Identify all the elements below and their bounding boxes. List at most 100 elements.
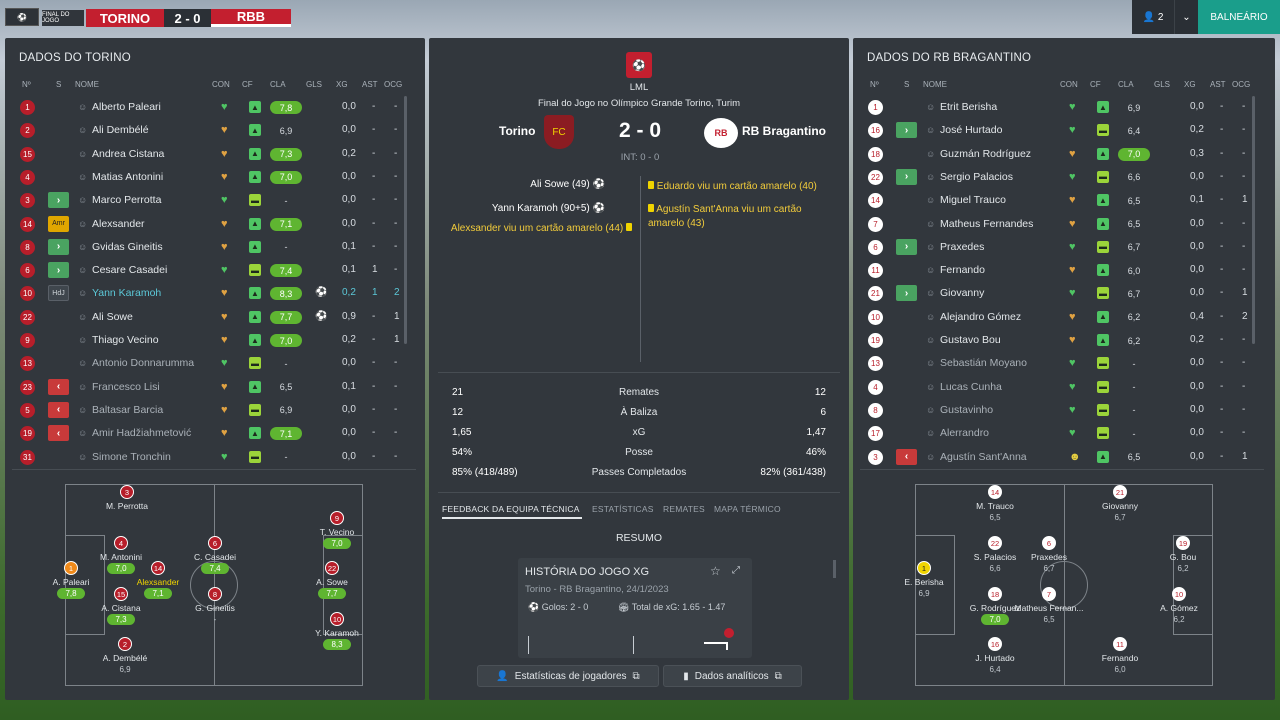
player-row[interactable]: 3 ‹ ☺ Agustín Sant'Anna ☻ ▲ 6,5 0,0 - 1	[860, 446, 1248, 469]
home-crest-icon[interactable]: FC	[544, 115, 574, 149]
player-row[interactable]: 21 › ☺ Giovanny ♥ ▬ 6,7 0,0 - 1	[860, 282, 1248, 305]
column-header-xg[interactable]: XG	[336, 80, 348, 89]
column-header-con[interactable]: CON	[1060, 80, 1078, 89]
player-row[interactable]: 6 › ☺ Cesare Casadei ♥ ▬ 7,4 0,1 1 -	[12, 259, 398, 282]
player-row[interactable]: 10 ☺ Alejandro Gómez ♥ ▲ 6,2 0,4 - 2	[860, 306, 1248, 329]
player-name[interactable]: Gustavo Bou	[940, 334, 1001, 346]
tab-feedback[interactable]: FEEDBACK DA EQUIPA TÉCNICA	[442, 504, 580, 514]
sub-out-icon[interactable]: ‹	[48, 425, 69, 442]
player-row[interactable]: 16 › ☺ José Hurtado ♥ ▬ 6,4 0,2 - -	[860, 119, 1246, 142]
player-row[interactable]: 1 ☺ Alberto Paleari ♥ ▲ 7,8 0,0 - -	[12, 96, 398, 119]
player-row[interactable]: 18 ☺ Guzmán Rodríguez ♥ ▲ 7,0 0,3 - -	[860, 143, 1246, 166]
player-row[interactable]: 22 ☺ Ali Sowe ♥ ▲ 7,7 ⚽ 0,9 - 1	[12, 306, 400, 329]
away-team-name[interactable]: RB Bragantino	[742, 124, 826, 138]
column-header-cla[interactable]: CLA	[1118, 80, 1134, 89]
player-name[interactable]: Etrit Berisha	[940, 101, 997, 113]
player-name[interactable]: Amir Hadžiahmetović	[92, 427, 191, 439]
away-crest-icon[interactable]: RB	[704, 118, 738, 148]
player-marker[interactable]: 15 A. Cistana 7,3	[86, 587, 156, 625]
player-name[interactable]: Marco Perrotta	[92, 194, 161, 206]
player-row[interactable]: 13 ☺ Antonio Donnarumma ♥ ▬ - 0,0 - -	[12, 352, 398, 375]
player-row[interactable]: 11 ☺ Fernando ♥ ▲ 6,0 0,0 - -	[860, 259, 1246, 282]
player-name[interactable]: Agustín Sant'Anna	[940, 451, 1027, 463]
sub-out-icon[interactable]: ‹	[896, 448, 917, 465]
player-name[interactable]: Matheus Fernandes	[940, 218, 1033, 230]
player-stats-button[interactable]: 👤 Estatísticas de jogadores ⧉	[477, 665, 659, 687]
player-marker[interactable]: 22 A. Sowe 7,7	[297, 561, 367, 599]
xg-story-card[interactable]: HISTÓRIA DO JOGO XG ☆ ⤢ Torino - RB Brag…	[518, 558, 752, 658]
player-name[interactable]: Sergio Palacios	[940, 171, 1013, 183]
column-header-cf[interactable]: CF	[242, 80, 253, 89]
player-name[interactable]: Alerrandro	[940, 427, 989, 439]
player-row[interactable]: 8 › ☺ Gvidas Gineitis ♥ ▲ - 0,1 - -	[12, 236, 398, 259]
column-header-no[interactable]: Nº	[22, 80, 31, 89]
player-row[interactable]: 19 ‹ ☺ Amir Hadžiahmetović ♥ ▲ 7,1 0,0 - -	[12, 422, 398, 445]
player-name[interactable]: Alberto Paleari	[92, 101, 161, 113]
player-row[interactable]: 4 ☺ Matias Antonini ♥ ▲ 7,0 0,0 - -	[12, 166, 398, 189]
home-team-short[interactable]: TORINO	[86, 9, 164, 27]
sub-in-icon[interactable]: ›	[896, 168, 917, 185]
player-name[interactable]: Yann Karamoh	[92, 287, 161, 299]
sub-in-icon[interactable]: ›	[48, 238, 69, 255]
column-header-gls[interactable]: GLS	[1154, 80, 1170, 89]
player-name[interactable]: Fernando	[940, 264, 985, 276]
player-row[interactable]: 14 ☺ Miguel Trauco ♥ ▲ 6,5 0,1 - 1	[860, 189, 1248, 212]
sub-out-icon[interactable]: ‹	[48, 378, 69, 395]
sub-in-icon[interactable]: ›	[896, 285, 917, 302]
sub-in-icon[interactable]: ›	[896, 122, 917, 139]
column-header-nome[interactable]: NOME	[75, 80, 99, 89]
tab-heatmap[interactable]: MAPA TÉRMICO	[714, 504, 781, 514]
player-row[interactable]: 1 ☺ Etrit Berisha ♥ ▲ 6,9 0,0 - -	[860, 96, 1246, 119]
chevron-down-icon[interactable]: ⌄	[1174, 0, 1198, 34]
player-row[interactable]: 17 ☺ Alerrandro ♥ ▬ - 0,0 - -	[860, 422, 1246, 445]
player-name[interactable]: Miguel Trauco	[940, 194, 1006, 206]
sub-in-icon[interactable]: ›	[48, 262, 69, 279]
player-row[interactable]: 5 ‹ ☺ Baltasar Barcia ♥ ▬ 6,9 0,0 - -	[12, 399, 398, 422]
player-name[interactable]: Alexsander	[92, 218, 145, 230]
column-header-ocg[interactable]: OCG	[1232, 80, 1250, 89]
player-row[interactable]: 14 Amr ☺ Alexsander ♥ ▲ 7,1 0,0 - -	[12, 213, 398, 236]
column-header-ocg[interactable]: OCG	[384, 80, 402, 89]
player-name[interactable]: Francesco Lisi	[92, 381, 160, 393]
player-marker[interactable]: 21 Giovanny 6,7	[1085, 485, 1155, 523]
player-marker[interactable]: 14 M. Trauco 6,5	[960, 485, 1030, 523]
star-icon[interactable]: ☆	[710, 564, 721, 578]
player-name[interactable]: Ali Sowe	[92, 311, 133, 323]
player-name[interactable]: Sebastián Moyano	[940, 357, 1027, 369]
player-row[interactable]: 10 HdJ ☺ Yann Karamoh ♥ ▲ 8,3 ⚽ 0,2 1 2	[12, 282, 400, 305]
player-marker[interactable]: 1 E. Berisha 6,9	[889, 561, 959, 599]
player-name[interactable]: Cesare Casadei	[92, 264, 167, 276]
player-row[interactable]: 4 ☺ Lucas Cunha ♥ ▬ - 0,0 - -	[860, 376, 1246, 399]
column-header-cla[interactable]: CLA	[270, 80, 286, 89]
player-row[interactable]: 22 › ☺ Sergio Palacios ♥ ▬ 6,6 0,0 - -	[860, 166, 1246, 189]
player-name[interactable]: Guzmán Rodríguez	[940, 148, 1031, 160]
sub-out-icon[interactable]: ‹	[48, 401, 69, 418]
player-marker[interactable]: 16 J. Hurtado 6,4	[960, 637, 1030, 675]
player-name[interactable]: Simone Tronchin	[92, 451, 171, 463]
tab-statistics[interactable]: ESTATÍSTICAS	[592, 504, 654, 514]
column-header-nome[interactable]: NOME	[923, 80, 947, 89]
column-header-xg[interactable]: XG	[1184, 80, 1196, 89]
card-scrollbar[interactable]	[833, 560, 836, 578]
player-marker[interactable]: 9 T. Vecino 7,0	[302, 511, 372, 549]
column-header-s[interactable]: S	[56, 80, 61, 89]
users-button[interactable]: 👤 2	[1132, 0, 1174, 34]
player-marker[interactable]: 7 Matheus Fernan... 6,5	[1014, 587, 1084, 625]
player-marker[interactable]: 10 Y. Karamoh 8,3	[302, 612, 372, 650]
player-name[interactable]: Praxedes	[940, 241, 984, 253]
player-marker[interactable]: 6 C. Casadei 7,4	[180, 536, 250, 574]
player-row[interactable]: 8 ☺ Gustavinho ♥ ▬ - 0,0 - -	[860, 399, 1246, 422]
player-name[interactable]: Ali Dembélé	[92, 124, 149, 136]
expand-icon[interactable]: ⤢	[732, 565, 740, 576]
player-marker[interactable]: 8 G. Gineitis -	[180, 587, 250, 625]
player-name[interactable]: Baltasar Barcia	[92, 404, 163, 416]
player-name[interactable]: Antonio Donnarumma	[92, 357, 194, 369]
tab-shots[interactable]: REMATES	[663, 504, 705, 514]
player-row[interactable]: 9 ☺ Thiago Vecino ♥ ▲ 7,0 0,2 - 1	[12, 329, 400, 352]
table-scrollbar[interactable]	[1252, 96, 1255, 344]
analytics-button[interactable]: ▮ Dados analíticos ⧉	[663, 665, 802, 687]
column-header-ast[interactable]: AST	[362, 80, 378, 89]
player-name[interactable]: Lucas Cunha	[940, 381, 1002, 393]
home-team-name[interactable]: Torino	[499, 124, 535, 138]
player-marker[interactable]: 11 Fernando 6,0	[1085, 637, 1155, 675]
